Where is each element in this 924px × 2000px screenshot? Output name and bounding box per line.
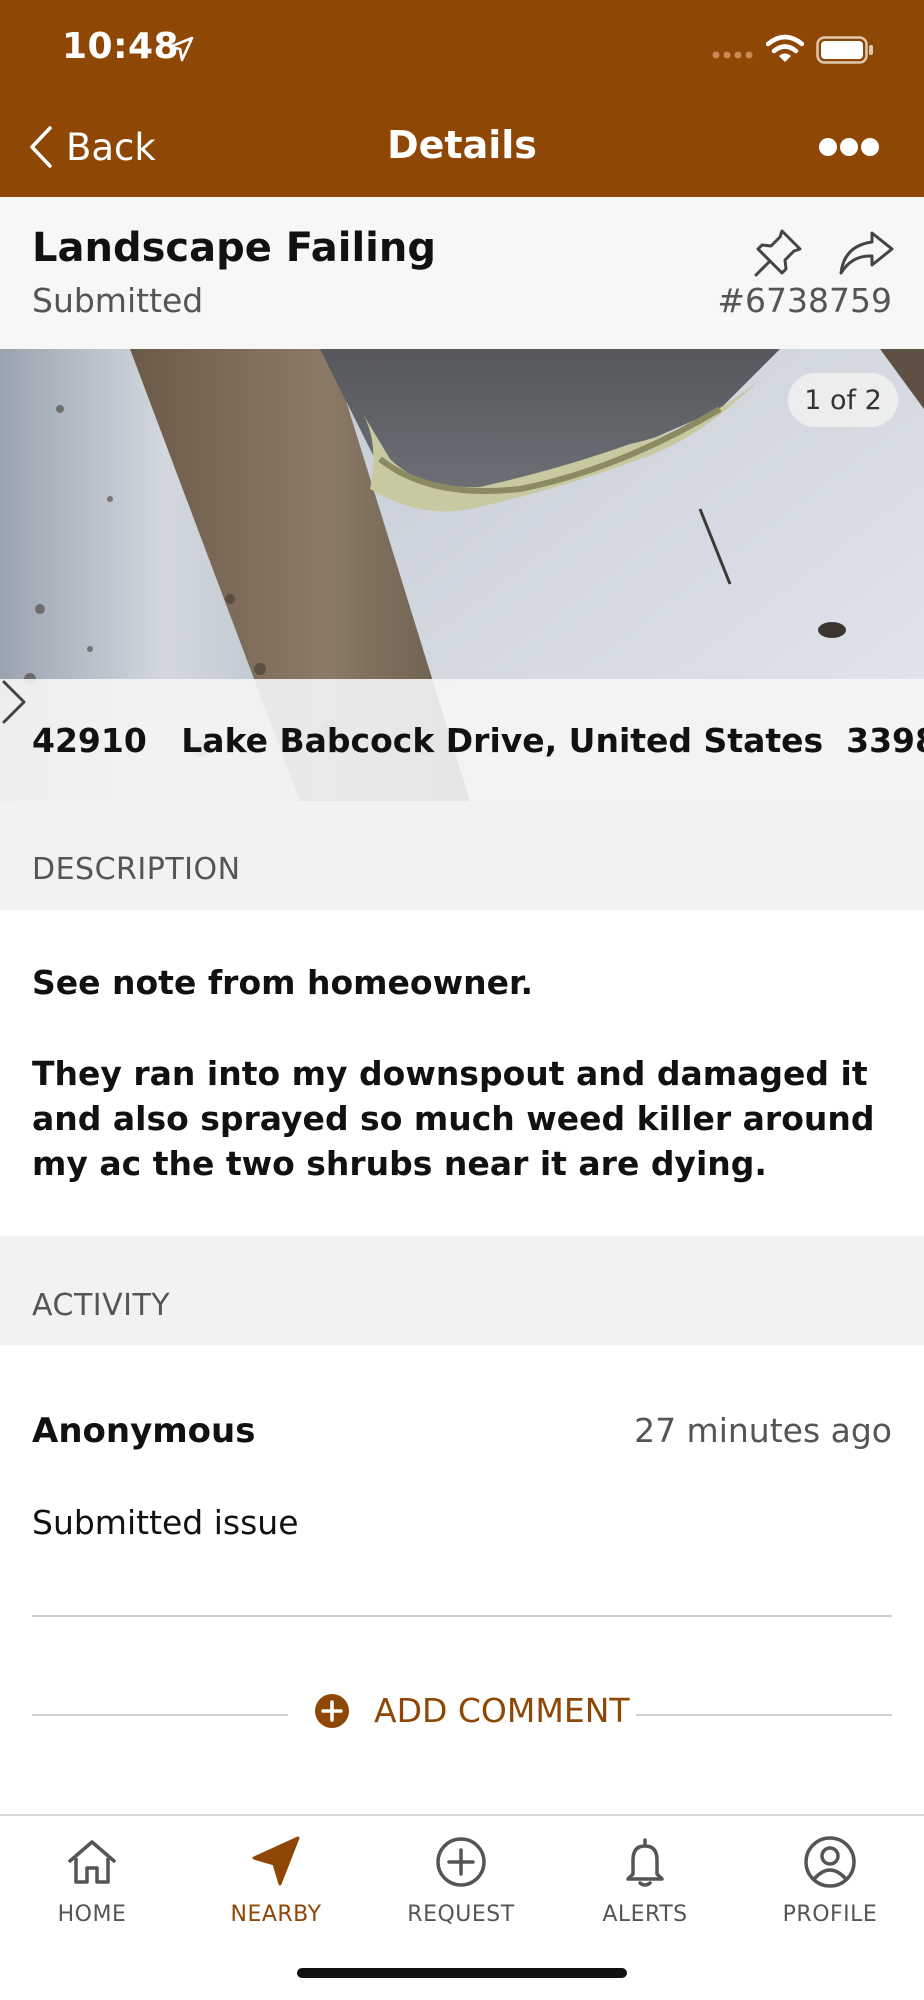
activity-header: ACTIVITY bbox=[0, 1236, 924, 1345]
home-icon bbox=[68, 1840, 116, 1884]
address-text: 42910 Lake Babcock Drive, United States … bbox=[32, 720, 924, 760]
add-comment-button[interactable]: ADD COMMENT bbox=[314, 1691, 630, 1730]
plus-circle-filled-icon bbox=[315, 1693, 349, 1728]
issue-id: #6738759 bbox=[717, 281, 892, 320]
tab-label: HOME bbox=[57, 1902, 127, 1927]
tab-alerts[interactable]: ALERTS bbox=[553, 1834, 737, 1944]
tab-nearby[interactable]: NEARBY bbox=[184, 1834, 368, 1944]
tab-label: NEARBY bbox=[230, 1902, 322, 1927]
more-options-icon[interactable] bbox=[818, 132, 880, 162]
add-comment-label: ADD COMMENT bbox=[374, 1691, 630, 1730]
back-button[interactable]: Back bbox=[28, 122, 156, 172]
tab-label: PROFILE bbox=[782, 1902, 878, 1927]
issue-title: Landscape Failing bbox=[32, 225, 437, 271]
share-icon[interactable] bbox=[838, 229, 894, 277]
battery-icon bbox=[816, 36, 873, 64]
divider bbox=[32, 1714, 288, 1716]
photo-counter: 1 of 2 bbox=[788, 373, 898, 427]
description-header: DESCRIPTION bbox=[0, 801, 924, 910]
app-header: 10:48 Back Details bbox=[0, 0, 924, 197]
description-paragraph-1: See note from homeowner. bbox=[32, 963, 534, 1002]
tab-home[interactable]: HOME bbox=[0, 1834, 184, 1944]
divider bbox=[32, 1615, 892, 1617]
activity-label: ACTIVITY bbox=[32, 1288, 171, 1323]
description-label: DESCRIPTION bbox=[32, 852, 241, 887]
nearby-arrow-icon bbox=[252, 1836, 300, 1886]
tab-request[interactable]: REQUEST bbox=[369, 1834, 553, 1944]
status-time: 10:48 bbox=[62, 26, 180, 67]
issue-title-bar: Landscape Failing Submitted #6738759 bbox=[0, 197, 924, 349]
tab-label: ALERTS bbox=[602, 1902, 688, 1927]
divider bbox=[636, 1714, 892, 1716]
tab-label: REQUEST bbox=[407, 1902, 515, 1927]
address-row[interactable]: 42910 Lake Babcock Drive, United States … bbox=[0, 679, 924, 801]
description-paragraph-2: They ran into my downspout and damaged i… bbox=[32, 1054, 875, 1183]
issue-photo[interactable]: 1 of 2 42910 Lake Babcock Drive, United … bbox=[0, 349, 924, 801]
person-icon bbox=[804, 1836, 856, 1888]
activity-user: Anonymous bbox=[32, 1411, 256, 1451]
activity-text: Submitted issue bbox=[32, 1503, 299, 1542]
description-body: See note from homeowner. They ran into m… bbox=[0, 910, 924, 1236]
chevron-right-icon bbox=[2, 680, 26, 724]
issue-status: Submitted bbox=[32, 281, 204, 320]
chevron-left-icon bbox=[30, 126, 52, 168]
activity-body: Anonymous 27 minutes ago Submitted issue… bbox=[0, 1345, 924, 1815]
home-indicator[interactable] bbox=[297, 1968, 627, 1978]
pin-icon[interactable] bbox=[752, 227, 804, 279]
activity-time: 27 minutes ago bbox=[634, 1411, 892, 1450]
back-label: Back bbox=[66, 125, 156, 169]
plus-circle-icon bbox=[436, 1837, 486, 1887]
tab-profile[interactable]: PROFILE bbox=[738, 1834, 922, 1944]
cell-signal-icon bbox=[712, 51, 753, 59]
wifi-icon bbox=[766, 34, 804, 62]
bell-icon bbox=[626, 1838, 664, 1887]
location-arrow-icon bbox=[168, 36, 194, 62]
